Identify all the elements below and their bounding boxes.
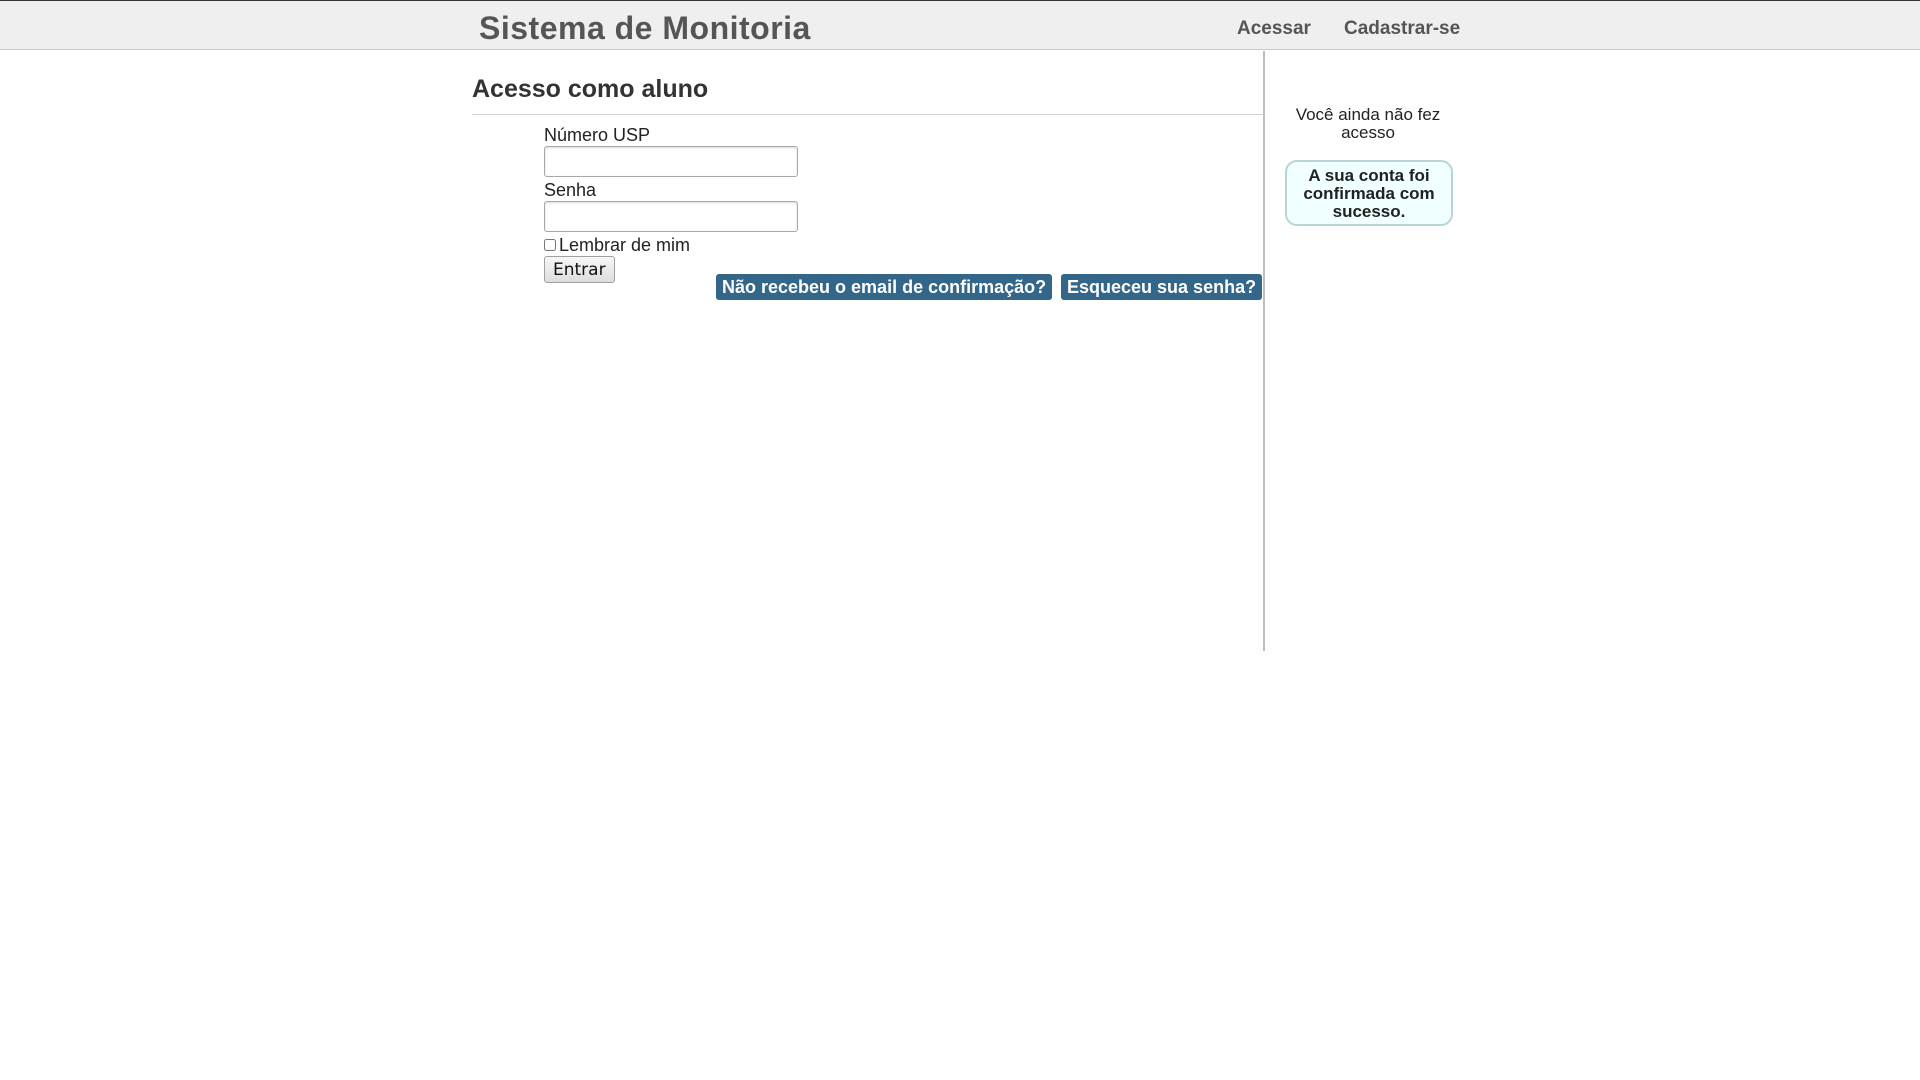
main-content: Acesso como aluno Número USP Senha Lembr…: [472, 51, 1265, 651]
brand-link[interactable]: Sistema de Monitoria: [479, 10, 811, 47]
login-submit-button[interactable]: Entrar: [544, 256, 615, 283]
resend-confirmation-link[interactable]: Não recebeu o email de confirmação?: [716, 274, 1053, 300]
usp-number-input[interactable]: [544, 146, 798, 177]
remember-me-row: Lembrar de mim: [544, 235, 798, 255]
remember-me-checkbox[interactable]: [544, 239, 556, 251]
login-form: Número USP Senha Lembrar de mim Entrar: [544, 125, 798, 283]
page-title: Acesso como aluno: [472, 75, 1265, 115]
forgot-password-link[interactable]: Esqueceu sua senha?: [1061, 274, 1263, 300]
login-status-text: Você ainda não fez acesso: [1295, 105, 1441, 142]
remember-me-label: Lembrar de mim: [559, 235, 691, 255]
success-notice: A sua conta foi confirmada com sucesso.: [1285, 160, 1453, 226]
usp-number-label: Número USP: [544, 125, 651, 145]
nav-login-link[interactable]: Acessar: [1237, 18, 1311, 40]
password-label: Senha: [544, 180, 597, 200]
password-input[interactable]: [544, 201, 798, 232]
top-navbar: Sistema de Monitoria Acessar Cadastrar-s…: [0, 0, 1920, 50]
nav-signup-link[interactable]: Cadastrar-se: [1344, 18, 1460, 40]
